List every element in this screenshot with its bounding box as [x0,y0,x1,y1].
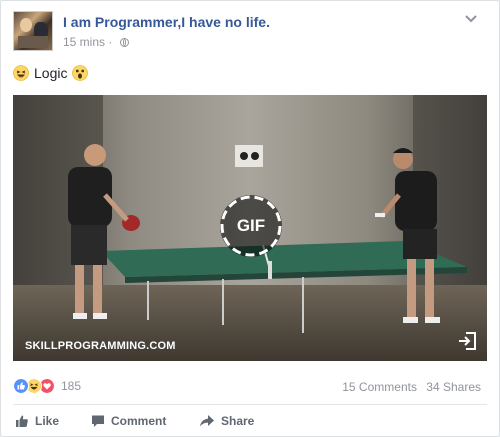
page-name-link[interactable]: I am Programmer,I have no life. [63,14,270,30]
comment-label: Comment [111,414,167,428]
engagement-counts: 15 Comments 34 Shares [336,380,481,394]
page-avatar[interactable] [13,11,53,51]
expand-icon[interactable] [457,331,477,351]
post-time[interactable]: 15 mins [63,35,105,49]
laughing-emoji-icon [13,65,29,81]
actions-divider [13,404,487,405]
comments-count[interactable]: 15 Comments [342,380,417,394]
post-card: I am Programmer,I have no life. 15 mins … [0,0,500,437]
globe-icon[interactable] [119,38,129,47]
gif-play-button[interactable]: GIF [218,193,284,259]
comment-icon [92,415,104,427]
shares-count[interactable]: 34 Shares [426,380,481,394]
reactions-summary[interactable]: 185 [13,378,81,394]
post-text: Logic [13,65,89,81]
post-meta: 15 mins · [63,35,129,49]
media-watermark: SKILLPROGRAMMING.COM [25,340,176,352]
post-stats: 185 15 Comments 34 Shares [13,378,487,398]
post-actions: Like Comment Share [13,412,487,432]
reaction-count[interactable]: 185 [61,379,81,393]
share-button[interactable]: Share [199,414,254,428]
thumbs-up-icon [16,415,28,427]
gif-media[interactable]: GIF SKILLPROGRAMMING.COM [13,95,487,361]
post-text-content: Logic [34,65,68,81]
comment-button[interactable]: Comment [91,414,166,428]
share-icon [200,415,214,427]
like-button[interactable]: Like [15,414,59,428]
surprised-emoji-icon [72,65,89,81]
like-icon [13,378,29,394]
share-label: Share [221,414,255,428]
post-header: I am Programmer,I have no life. 15 mins … [13,11,483,53]
gif-label: GIF [236,216,266,235]
meta-separator: · [108,35,113,49]
like-label: Like [35,414,60,428]
chevron-down-icon[interactable] [463,13,479,25]
